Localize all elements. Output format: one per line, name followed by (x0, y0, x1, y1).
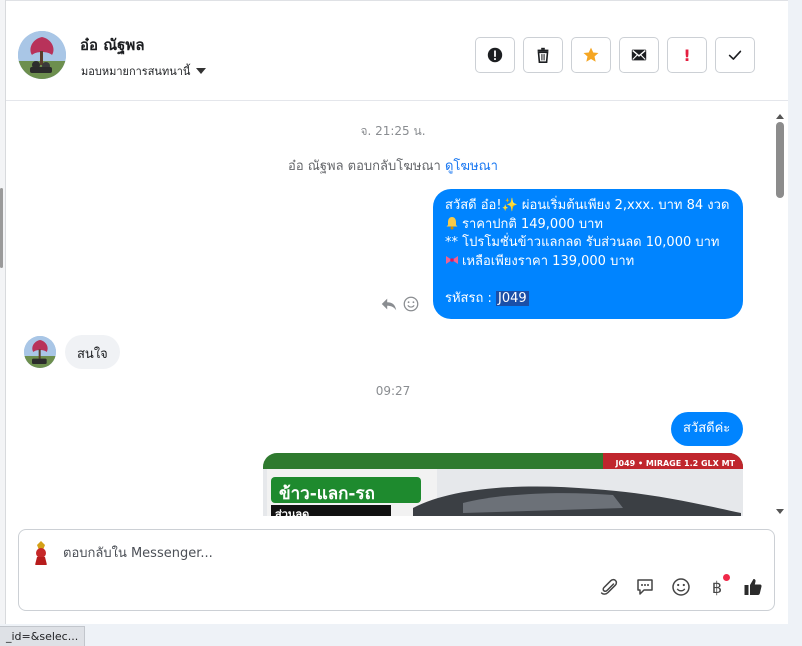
message-hover-actions (380, 295, 420, 313)
ad-reply-text: อ๋อ ณัฐพล ตอบกลับโฆษณา (288, 159, 441, 174)
composer-toolbar: ฿ (598, 574, 764, 598)
baht-icon: ฿ (711, 577, 723, 597)
star-button[interactable] (571, 37, 611, 73)
car-image-caption: J049 • MIRAGE 1.2 GLX MT (615, 459, 735, 468)
chat-scrollbar[interactable] (774, 114, 786, 514)
message-line-text: เหลือเพียงราคา 139,000 บาท (462, 253, 635, 269)
conversation-panel: อ๋อ ณัฐพล มอบหมายการสนทนานี้ ! จ. 21:25 … (6, 0, 788, 624)
page-avatar (27, 538, 55, 566)
star-icon (583, 47, 599, 62)
outgoing-message[interactable]: สวัสดีค่ะ (671, 412, 743, 446)
thumbs-up-button[interactable] (742, 576, 764, 598)
car-code-label: รหัสรถ : (445, 290, 496, 306)
thumbs-up-icon (744, 579, 762, 595)
ad-reply-notice: อ๋อ ณัฐพล ตอบกลับโฆษณา ดูโฆษณา (6, 155, 780, 176)
browser-status-bar: _id=&selec... (0, 626, 86, 646)
header-actions: ! (475, 37, 755, 73)
conversation-header: อ๋อ ณัฐพล มอบหมายการสนทนานี้ ! (6, 1, 788, 101)
message-line: เหลือเพียงราคา 139,000 บาท (445, 253, 731, 272)
checkmark-icon (728, 50, 742, 60)
scroll-thumb[interactable] (776, 122, 784, 198)
outgoing-message[interactable]: สวัสดี อ๋อ!✨ ผ่อนเริ่มต้นเพียง 2,xxx. บา… (433, 189, 743, 319)
bell-icon (446, 216, 458, 229)
done-button[interactable] (715, 37, 755, 73)
view-ad-link[interactable]: ดูโฆษณา (445, 159, 498, 174)
contact-name[interactable]: อ๋อ ณัฐพล (80, 33, 145, 57)
contact-avatar-image (18, 31, 66, 79)
car-image-banner: ข้าว-แลก-รถ (279, 484, 375, 504)
emoji-react-icon[interactable] (402, 295, 420, 313)
attach-button[interactable] (598, 576, 620, 598)
assign-label: มอบหมายการสนทนานี้ (81, 65, 191, 78)
mark-unread-button[interactable] (619, 37, 659, 73)
message-line: ราคาปกติ 149,000 บาท (445, 216, 731, 235)
message-line-spacer (445, 271, 731, 290)
notification-dot (723, 574, 730, 581)
timestamp: จ. 21:25 น. (360, 124, 426, 138)
car-image-sub: ส่วนลด (275, 508, 310, 516)
left-edge-marker (0, 188, 3, 268)
emoji-button[interactable] (670, 576, 692, 598)
reply-input[interactable] (63, 542, 743, 564)
trash-icon (537, 47, 549, 64)
contact-avatar[interactable] (18, 31, 66, 79)
message-thread[interactable]: จ. 21:25 น. อ๋อ ณัฐพล ตอบกลับโฆษณา ดูโฆษ… (6, 102, 788, 516)
exclamation-circle-icon (487, 47, 503, 63)
envelope-icon (631, 49, 647, 61)
timestamp: 09:27 (375, 384, 411, 398)
contact-avatar-image (24, 336, 56, 368)
paperclip-icon (600, 578, 618, 595)
incoming-message[interactable]: สนใจ (65, 335, 120, 369)
car-code-selected[interactable]: J049 (495, 290, 529, 306)
delete-button[interactable] (523, 37, 563, 73)
report-button[interactable] (475, 37, 515, 73)
car-promo-image[interactable]: J049 • MIRAGE 1.2 GLX MT ข้าว-แลก-รถ ส่ว… (263, 453, 743, 516)
exclamation-icon: ! (683, 45, 691, 65)
message-line-text: ราคาปกติ 149,000 บาท (462, 216, 603, 232)
ribbon-icon (446, 255, 458, 264)
car-code-line: รหัสรถ : J049 (445, 290, 731, 309)
follow-up-button[interactable]: ! (667, 37, 707, 73)
scroll-down-arrow[interactable] (776, 509, 784, 514)
page-logo-icon (27, 538, 55, 566)
emoji-icon (672, 578, 690, 596)
scroll-up-arrow[interactable] (776, 114, 784, 119)
saved-reply-icon (637, 579, 653, 595)
saved-replies-button[interactable] (634, 576, 656, 598)
contact-avatar-small[interactable] (24, 336, 56, 368)
chevron-down-icon (196, 68, 207, 74)
message-line: สวัสดี อ๋อ!✨ ผ่อนเริ่มต้นเพียง 2,xxx. บา… (445, 198, 730, 213)
payment-button[interactable]: ฿ (706, 574, 730, 598)
message-composer: ฿ (18, 529, 775, 611)
reply-icon[interactable] (380, 295, 398, 313)
assign-conversation-dropdown[interactable]: มอบหมายการสนทนานี้ (81, 62, 207, 80)
message-line: ** โปรโมชั่นข้าวแลกลด รับส่วนลด 10,000 บ… (445, 235, 720, 250)
